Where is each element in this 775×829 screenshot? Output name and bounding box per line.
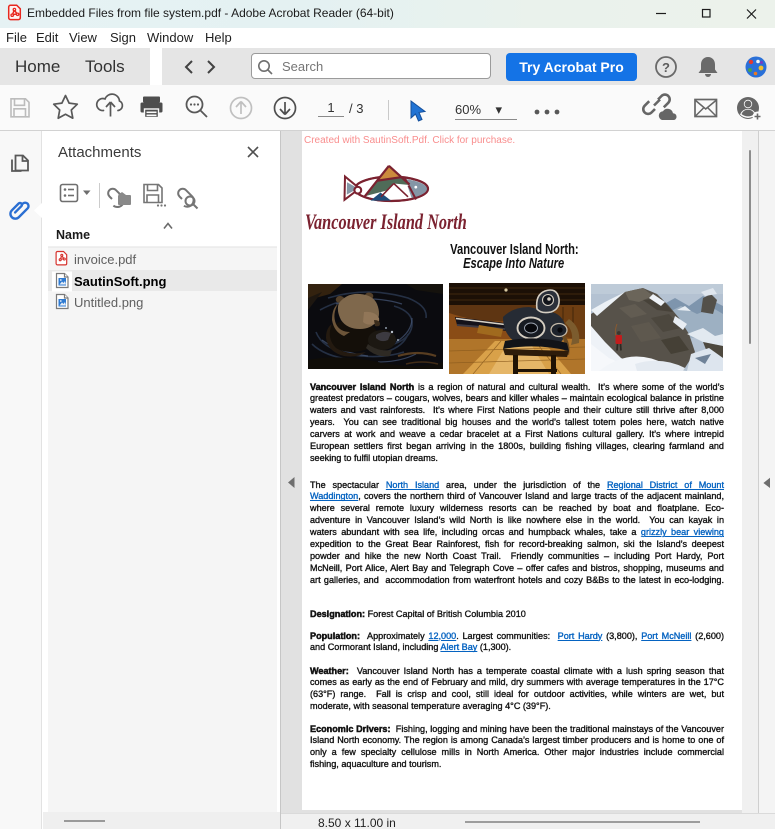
svg-text:?: ? bbox=[662, 60, 670, 75]
